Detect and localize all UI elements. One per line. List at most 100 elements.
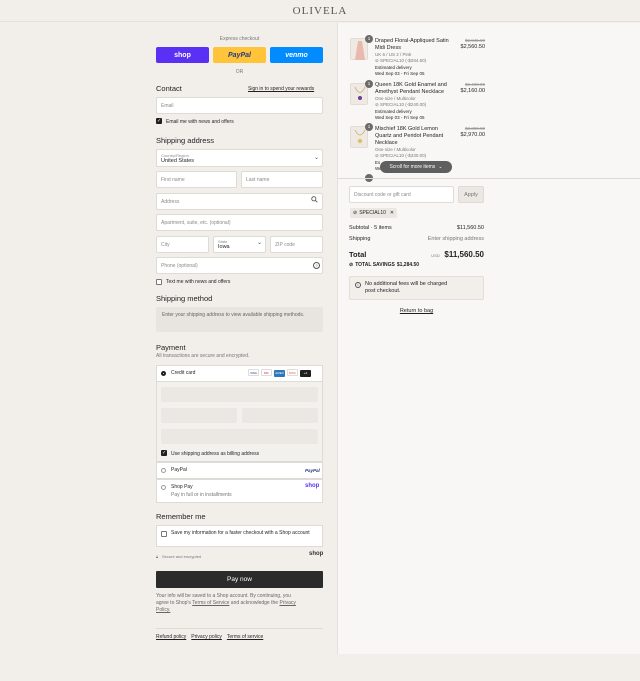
- subtotal-value: $11,560.50: [456, 225, 484, 231]
- total-savings: ⊘ TOTAL SAVINGS $1,284.50: [349, 262, 419, 268]
- venmo-label: venmo: [285, 51, 308, 59]
- payment-heading: Payment: [156, 343, 186, 352]
- legal-line-2b: and acknowledge the: [229, 600, 280, 606]
- checkout-form-panel: [0, 23, 337, 654]
- sign-in-link[interactable]: Sign in to spend your rewards: [248, 86, 314, 92]
- item-name: Queen 18K Gold Enamel and Amethyst Penda…: [375, 82, 447, 96]
- email-field[interactable]: Email: [156, 97, 323, 114]
- item-name-line: Queen 18K Gold Enamel and: [375, 82, 447, 88]
- chevron-down-icon: ⌄: [314, 155, 320, 161]
- security-code-field[interactable]: [242, 408, 318, 423]
- currency-code: USD: [431, 253, 440, 258]
- text-news-label: Text me with news and offers: [166, 279, 231, 285]
- shop-pay-subtitle: Pay in full or in installments: [171, 492, 232, 498]
- search-icon: [311, 196, 318, 205]
- brand-logo[interactable]: OLIVELA: [0, 5, 640, 17]
- apply-button[interactable]: Apply: [458, 186, 484, 203]
- shop-pay-option-label: Shop Pay: [171, 484, 193, 490]
- fees-notice-line: post checkout.: [365, 288, 401, 294]
- policy-link[interactable]: Policy.: [156, 607, 170, 613]
- item-original-price: $2,400.00: [464, 82, 485, 87]
- privacy-link[interactable]: Privacy: [279, 600, 295, 606]
- item-discount-text: SPECIAL10 (-$284.50): [380, 58, 427, 63]
- payment-subtitle: All transactions are secure and encrypte…: [156, 353, 250, 359]
- item-price: $2,970.00: [460, 132, 485, 138]
- name-on-card-field[interactable]: [161, 429, 318, 444]
- credit-card-radio[interactable]: [161, 371, 166, 376]
- shop-pay-button[interactable]: shop: [156, 47, 209, 63]
- discover-icon: DISC: [287, 369, 298, 376]
- scroll-hint-label: Scroll for more items: [389, 164, 436, 170]
- tag-icon: ⊘: [375, 153, 379, 158]
- tag-icon: ⊘: [375, 102, 379, 107]
- visa-icon: VISA: [248, 369, 259, 376]
- expiration-field[interactable]: [161, 408, 237, 423]
- subtotal-label: Subtotal · 5 items: [349, 225, 392, 231]
- scroll-for-more-button[interactable]: Scroll for more items ⌄: [380, 161, 452, 173]
- total-row: Total USD $11,560.50: [349, 250, 484, 259]
- amex-icon: AMEX: [274, 370, 285, 377]
- shipping-method-heading: Shipping method: [156, 294, 213, 303]
- shipping-value: Enter shipping address: [427, 236, 484, 242]
- savings-value: $1,284.50: [396, 262, 420, 268]
- first-name-field[interactable]: First name: [156, 171, 237, 188]
- refund-policy-link[interactable]: Refund policy: [156, 634, 186, 640]
- total-value: $11,560.50: [444, 250, 484, 259]
- email-placeholder: Email: [161, 102, 174, 109]
- billing-same-label: Use shipping address as billing address: [171, 451, 260, 457]
- help-icon[interactable]: ?: [313, 262, 320, 269]
- shipping-label: Shipping: [349, 236, 371, 242]
- email-news-label: Email me with news and offers: [166, 119, 234, 125]
- remove-code-icon[interactable]: ✕: [390, 210, 394, 216]
- venmo-button[interactable]: venmo: [270, 47, 323, 63]
- state-chevron-icon: ⌄: [257, 240, 263, 246]
- footer-links: Refund policy Privacy policy Terms of se…: [156, 634, 263, 640]
- contact-heading: Contact: [156, 84, 182, 93]
- paypal-radio[interactable]: [161, 468, 166, 473]
- shop-pay-option[interactable]: [156, 479, 323, 503]
- legal-line-2a: agree to Shop's: [156, 600, 193, 606]
- lock-icon: 🔒︎: [156, 554, 159, 559]
- items-divider: [337, 178, 640, 179]
- card-number-field[interactable]: [161, 387, 318, 402]
- page-background: [0, 654, 640, 681]
- address-field[interactable]: Address: [156, 193, 323, 210]
- item-quantity-badge: 1: [365, 35, 373, 43]
- shipping-method-note: Enter your shipping address to view avai…: [156, 307, 323, 332]
- email-news-checkbox[interactable]: ✓: [156, 118, 162, 124]
- city-field[interactable]: City: [156, 236, 209, 253]
- paypal-option-label: PayPal: [171, 467, 187, 473]
- zip-placeholder: ZIP code: [275, 241, 295, 248]
- privacy-policy-link[interactable]: Privacy policy: [191, 634, 222, 640]
- discount-placeholder: Discount code or gift card: [354, 191, 411, 198]
- item-discount-text: SPECIAL10 (-$330.00): [380, 153, 427, 158]
- terms-of-service-footer-link[interactable]: Terms of service: [227, 634, 263, 640]
- remember-me-heading: Remember me: [156, 512, 206, 521]
- item-name-line: Midi Dress: [375, 45, 401, 51]
- last-name-field[interactable]: Last name: [241, 171, 323, 188]
- subtotal-row: Subtotal · 5 items $11,560.50: [349, 225, 484, 231]
- item-name-line: Draped Floral-Appliqued Satin: [375, 38, 449, 44]
- legal-line-1: Your info will be saved to a Shop accoun…: [156, 593, 291, 599]
- pay-now-button[interactable]: Pay now: [156, 571, 323, 588]
- country-select[interactable]: Country/Region United States: [156, 149, 323, 167]
- terms-of-service-link[interactable]: Terms of Service: [192, 600, 229, 606]
- item-discount-text: SPECIAL10 (-$240.00): [380, 102, 427, 107]
- header: OLIVELA: [0, 0, 640, 22]
- first-name-placeholder: First name: [161, 176, 185, 183]
- zip-field[interactable]: ZIP code: [270, 236, 323, 253]
- return-to-bag-link[interactable]: Return to bag: [349, 308, 484, 314]
- paypal-label: PayPal: [228, 51, 251, 59]
- savings-tag-icon: ⊘: [349, 262, 354, 268]
- paypal-button[interactable]: PayPal: [213, 47, 266, 63]
- text-news-checkbox[interactable]: [156, 279, 162, 285]
- discount-code-field[interactable]: Discount code or gift card: [349, 186, 454, 203]
- phone-field[interactable]: Phone (optional): [156, 257, 323, 274]
- shop-pay-radio[interactable]: [161, 485, 166, 490]
- item-discount: ⊘ SPECIAL10 (-$240.00): [375, 102, 426, 108]
- save-info-label: Save my information for a faster checkou…: [171, 530, 310, 536]
- save-info-checkbox[interactable]: [161, 531, 167, 537]
- apartment-field[interactable]: Apartment, suite, etc. (optional): [156, 214, 323, 231]
- apartment-placeholder: Apartment, suite, etc. (optional): [161, 219, 231, 226]
- billing-same-checkbox[interactable]: ✓: [161, 450, 167, 456]
